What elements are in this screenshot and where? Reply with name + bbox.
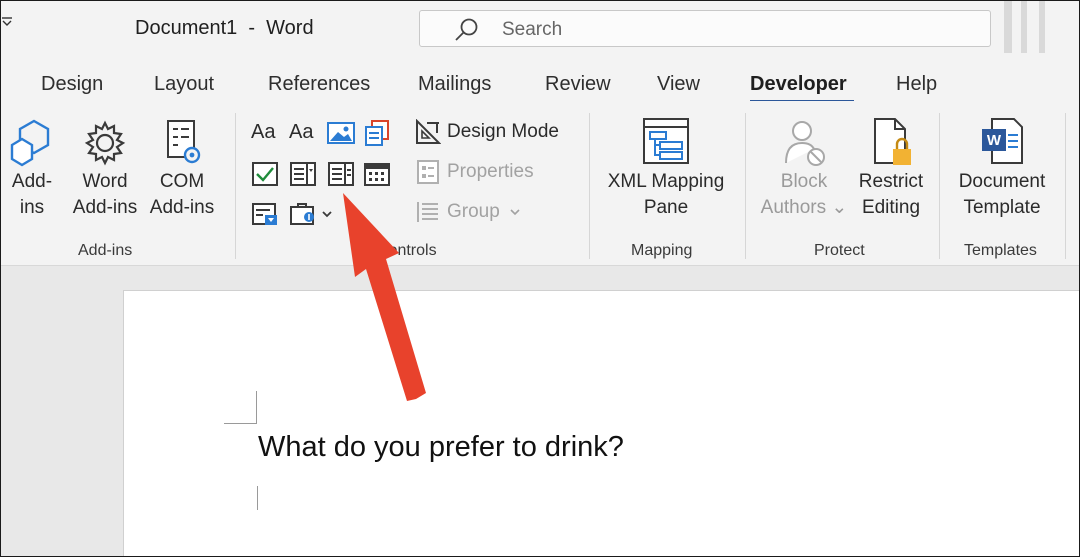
chevron-down-icon[interactable] (1, 15, 13, 31)
search-icon (455, 18, 478, 41)
dropdown-list-control-icon[interactable] (327, 161, 355, 187)
combo-box-control-icon[interactable] (289, 161, 317, 187)
group-label-mapping: Mapping (631, 242, 693, 259)
document-page[interactable]: What do you prefer to drink? (123, 290, 1079, 556)
ribbon: Add- ins Word Add-ins COM Add-ins Add-in… (1, 101, 1079, 266)
group-separator (235, 113, 236, 259)
word-addins-button[interactable]: Word Add-ins (67, 117, 143, 221)
document-template-label-1: Document (958, 171, 1046, 192)
group-button[interactable]: Group (415, 199, 527, 225)
legacy-tools-icon[interactable] (251, 201, 279, 227)
window-control[interactable] (1021, 1, 1027, 53)
window-control[interactable] (1004, 1, 1012, 53)
lock-document-icon (874, 118, 911, 165)
group-separator (589, 113, 590, 259)
group-icon (417, 202, 438, 222)
restrict-editing-label-2: Editing (861, 197, 921, 218)
tab-mailings[interactable]: Mailings (418, 73, 491, 96)
block-authors-label-1: Block (780, 171, 828, 192)
search-box[interactable]: Search (419, 10, 991, 47)
xml-mapping-label-2: Pane (643, 197, 689, 218)
group-separator (1065, 113, 1066, 259)
tab-help[interactable]: Help (896, 73, 937, 96)
design-mode-button[interactable]: Design Mode (415, 118, 559, 145)
word-addins-label-2: Add-ins (72, 197, 138, 218)
group-separator (939, 113, 940, 259)
window-control[interactable] (1039, 1, 1045, 53)
tab-layout[interactable]: Layout (154, 73, 214, 96)
restrict-editing-label-1: Restrict (858, 171, 924, 192)
document-template-label-2: Template (963, 197, 1041, 218)
com-addins-label-1: COM (159, 171, 205, 192)
document-template-button[interactable]: W Document Template (949, 117, 1055, 221)
ribbon-tabs: Design Layout References Mailings Review… (1, 57, 1079, 101)
group-label-controls: Controls (377, 242, 437, 259)
addins-label-2: ins (19, 197, 45, 218)
block-authors-label-2: Authors ⌄ (760, 197, 848, 218)
group-separator (745, 113, 746, 259)
document-text[interactable]: What do you prefer to drink? (258, 431, 624, 464)
chevron-down-icon (510, 209, 520, 216)
building-block-icon[interactable] (363, 119, 391, 147)
hexagon-addins-icon (10, 119, 50, 167)
word-addins-label-1: Word (82, 171, 128, 192)
search-placeholder: Search (502, 19, 563, 40)
com-addins-label-2: Add-ins (149, 197, 215, 218)
text-cursor (257, 486, 258, 510)
tab-review[interactable]: Review (545, 73, 611, 96)
word-window: Document1 - Word Search Design Layout Re… (0, 0, 1080, 557)
design-mode-label: Design Mode (447, 121, 559, 143)
picture-control-icon[interactable] (327, 121, 355, 145)
tab-developer[interactable]: Developer (750, 73, 847, 96)
tab-references[interactable]: References (268, 73, 370, 96)
xml-mapping-label-1: XML Mapping (607, 171, 725, 192)
tab-view[interactable]: View (657, 73, 700, 96)
block-authors-button[interactable]: Block Authors ⌄ (755, 117, 853, 221)
properties-button[interactable]: Properties (415, 159, 534, 185)
xml-mapping-pane-button[interactable]: XML Mapping Pane (599, 117, 733, 221)
svg-text:W: W (987, 132, 1002, 149)
document-title: Document1 - Word (135, 17, 314, 39)
xml-mapping-icon (643, 118, 689, 164)
restrict-editing-button[interactable]: Restrict Editing (853, 117, 929, 221)
group-label-text: Group (447, 201, 500, 223)
document-area: What do you prefer to drink? (1, 266, 1079, 556)
group-label-templates: Templates (964, 242, 1037, 259)
margin-corner-mark (224, 391, 257, 424)
properties-icon (417, 160, 439, 184)
addins-label-1: Add- (11, 171, 53, 192)
com-addins-button[interactable]: COM Add-ins (145, 117, 219, 221)
addins-button[interactable]: Add- ins (1, 117, 63, 221)
group-label-protect: Protect (814, 242, 865, 259)
date-picker-control-icon[interactable] (363, 161, 391, 187)
block-authors-label-2-text: Authors (760, 197, 827, 218)
plain-text-control-button[interactable]: Aa (289, 121, 313, 144)
word-document-icon: W (982, 118, 1023, 164)
tab-design[interactable]: Design (41, 73, 103, 96)
design-mode-icon (416, 118, 442, 144)
gear-icon (84, 120, 126, 166)
properties-label: Properties (447, 161, 534, 183)
repeating-section-icon[interactable] (289, 201, 333, 227)
rich-text-control-button[interactable]: Aa (251, 121, 275, 144)
checkbox-control-icon[interactable] (251, 161, 279, 187)
group-label-addins: Add-ins (78, 242, 133, 259)
title-bar: Document1 - Word Search (1, 1, 1079, 57)
com-addins-icon (167, 120, 201, 164)
block-authors-icon (785, 121, 825, 166)
